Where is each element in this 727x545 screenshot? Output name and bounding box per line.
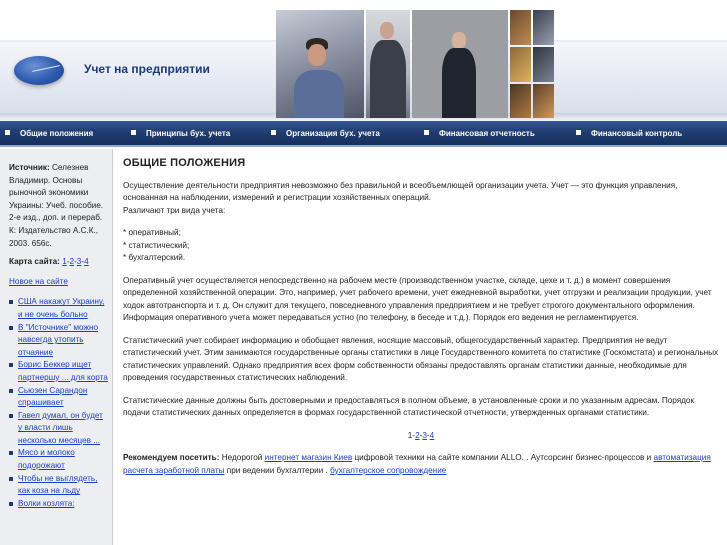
- site-map: Карта сайта: 1-2-3-4: [9, 257, 89, 267]
- news-item: В "Источнике" можно навсегда утопить отч…: [9, 322, 109, 360]
- nav-item-general[interactable]: Общие положения: [5, 121, 93, 147]
- header-photo-collage: [276, 10, 554, 118]
- news-link[interactable]: В "Источнике" можно навсегда утопить отч…: [18, 323, 98, 357]
- square-bullet-icon: [424, 130, 429, 136]
- office-worker-photo: [276, 10, 364, 118]
- square-bullet-icon: [5, 130, 10, 136]
- whats-new-link[interactable]: Новое на сайте: [9, 276, 112, 289]
- nav-item-principles[interactable]: Принципы бух. учета: [131, 121, 230, 147]
- square-bullet-icon: [131, 130, 136, 136]
- news-item: США накажут Украину, и не очень больно: [9, 296, 109, 321]
- statistical-data-paragraph: Статистические данные должны быть достов…: [123, 395, 695, 418]
- photo-tiles: [510, 10, 554, 118]
- page-header: Учет на предприятии: [0, 0, 727, 121]
- news-item: Гавел думал, он будет у власти лишь неск…: [9, 410, 109, 448]
- nav-item-control[interactable]: Финансовый контроль: [576, 121, 682, 147]
- news-item: Сьюзен Сарандон спрашивает: [9, 385, 109, 410]
- source-label: Источник:: [9, 163, 50, 172]
- nav-item-reporting[interactable]: Финансовая отчетность: [424, 121, 535, 147]
- news-link[interactable]: Волки козлята:: [18, 499, 75, 508]
- source-info: Источник: Селезнев Владимир. Основы рыно…: [9, 162, 105, 250]
- main-content: ОБЩИЕ ПОЛОЖЕНИЯ Осуществление деятельнос…: [123, 157, 719, 477]
- types-intro-text: Различают три вида учета:: [123, 205, 226, 215]
- type-item: * оперативный;: [123, 228, 181, 237]
- accounting-types-list: * оперативный; * статистический; * бухга…: [123, 227, 719, 265]
- news-item: Чтобы не выглядеть, как коза на льду: [9, 473, 109, 498]
- pagination-page-4[interactable]: 4: [430, 431, 435, 440]
- news-link[interactable]: Гавел думал, он будет у власти лишь неск…: [18, 411, 103, 445]
- page-title: ОБЩИЕ ПОЛОЖЕНИЯ: [123, 157, 246, 169]
- sidebar: Источник: Селезнев Владимир. Основы рыно…: [0, 149, 113, 545]
- square-bullet-icon: [576, 130, 581, 136]
- site-logo-icon[interactable]: [14, 56, 64, 85]
- operational-accounting-paragraph: Оперативный учет осуществляется непосред…: [123, 275, 712, 323]
- intro-text: Осуществление деятельности предприятия н…: [123, 180, 678, 203]
- square-bullet-icon: [271, 130, 276, 136]
- manager-photo: [412, 10, 508, 118]
- news-item: Борис Беккер ищет партнершу ... для корт…: [9, 359, 109, 384]
- site-title: Учет на предприятии: [84, 62, 210, 76]
- news-link[interactable]: Сьюзен Сарандон спрашивает: [18, 386, 87, 408]
- source-text: Селезнев Владимир. Основы рыночной эконо…: [9, 163, 104, 248]
- site-map-page-4[interactable]: 4: [84, 257, 89, 266]
- news-link[interactable]: США накажут Украину, и не очень больно: [18, 297, 104, 319]
- pagination: 1-2-3-4: [407, 430, 435, 440]
- shop-link[interactable]: интернет магазин Киев: [265, 453, 353, 462]
- news-link[interactable]: Борис Беккер ищет партнершу ... для корт…: [18, 360, 108, 382]
- news-link[interactable]: Мясо и молоко подорожают: [18, 448, 75, 470]
- main-nav: Общие положения Принципы бух. учета Орга…: [0, 121, 727, 147]
- bookkeeping-support-link[interactable]: бухгалтерское сопровождение: [330, 466, 446, 475]
- colleague-photo: [366, 10, 410, 118]
- intro-paragraph: Осуществление деятельности предприятия н…: [123, 180, 719, 218]
- recommend-label: Рекомендуем посетить:: [123, 453, 220, 462]
- news-item: Волки козлята:: [9, 498, 109, 511]
- recommended-links: Рекомендуем посетить: Недорогой интернет…: [123, 453, 711, 475]
- nav-item-organization[interactable]: Организация бух. учета: [271, 121, 380, 147]
- news-list: США накажут Украину, и не очень больно В…: [9, 296, 109, 510]
- news-item: Мясо и молоко подорожают: [9, 447, 109, 472]
- news-link[interactable]: Чтобы не выглядеть, как коза на льду: [18, 474, 97, 496]
- type-item: * статистический;: [123, 240, 190, 250]
- type-item: * бухгалтерский.: [123, 253, 186, 262]
- site-map-label: Карта сайта:: [9, 257, 60, 267]
- statistical-accounting-paragraph: Статистический учет собирает информацию …: [123, 335, 719, 383]
